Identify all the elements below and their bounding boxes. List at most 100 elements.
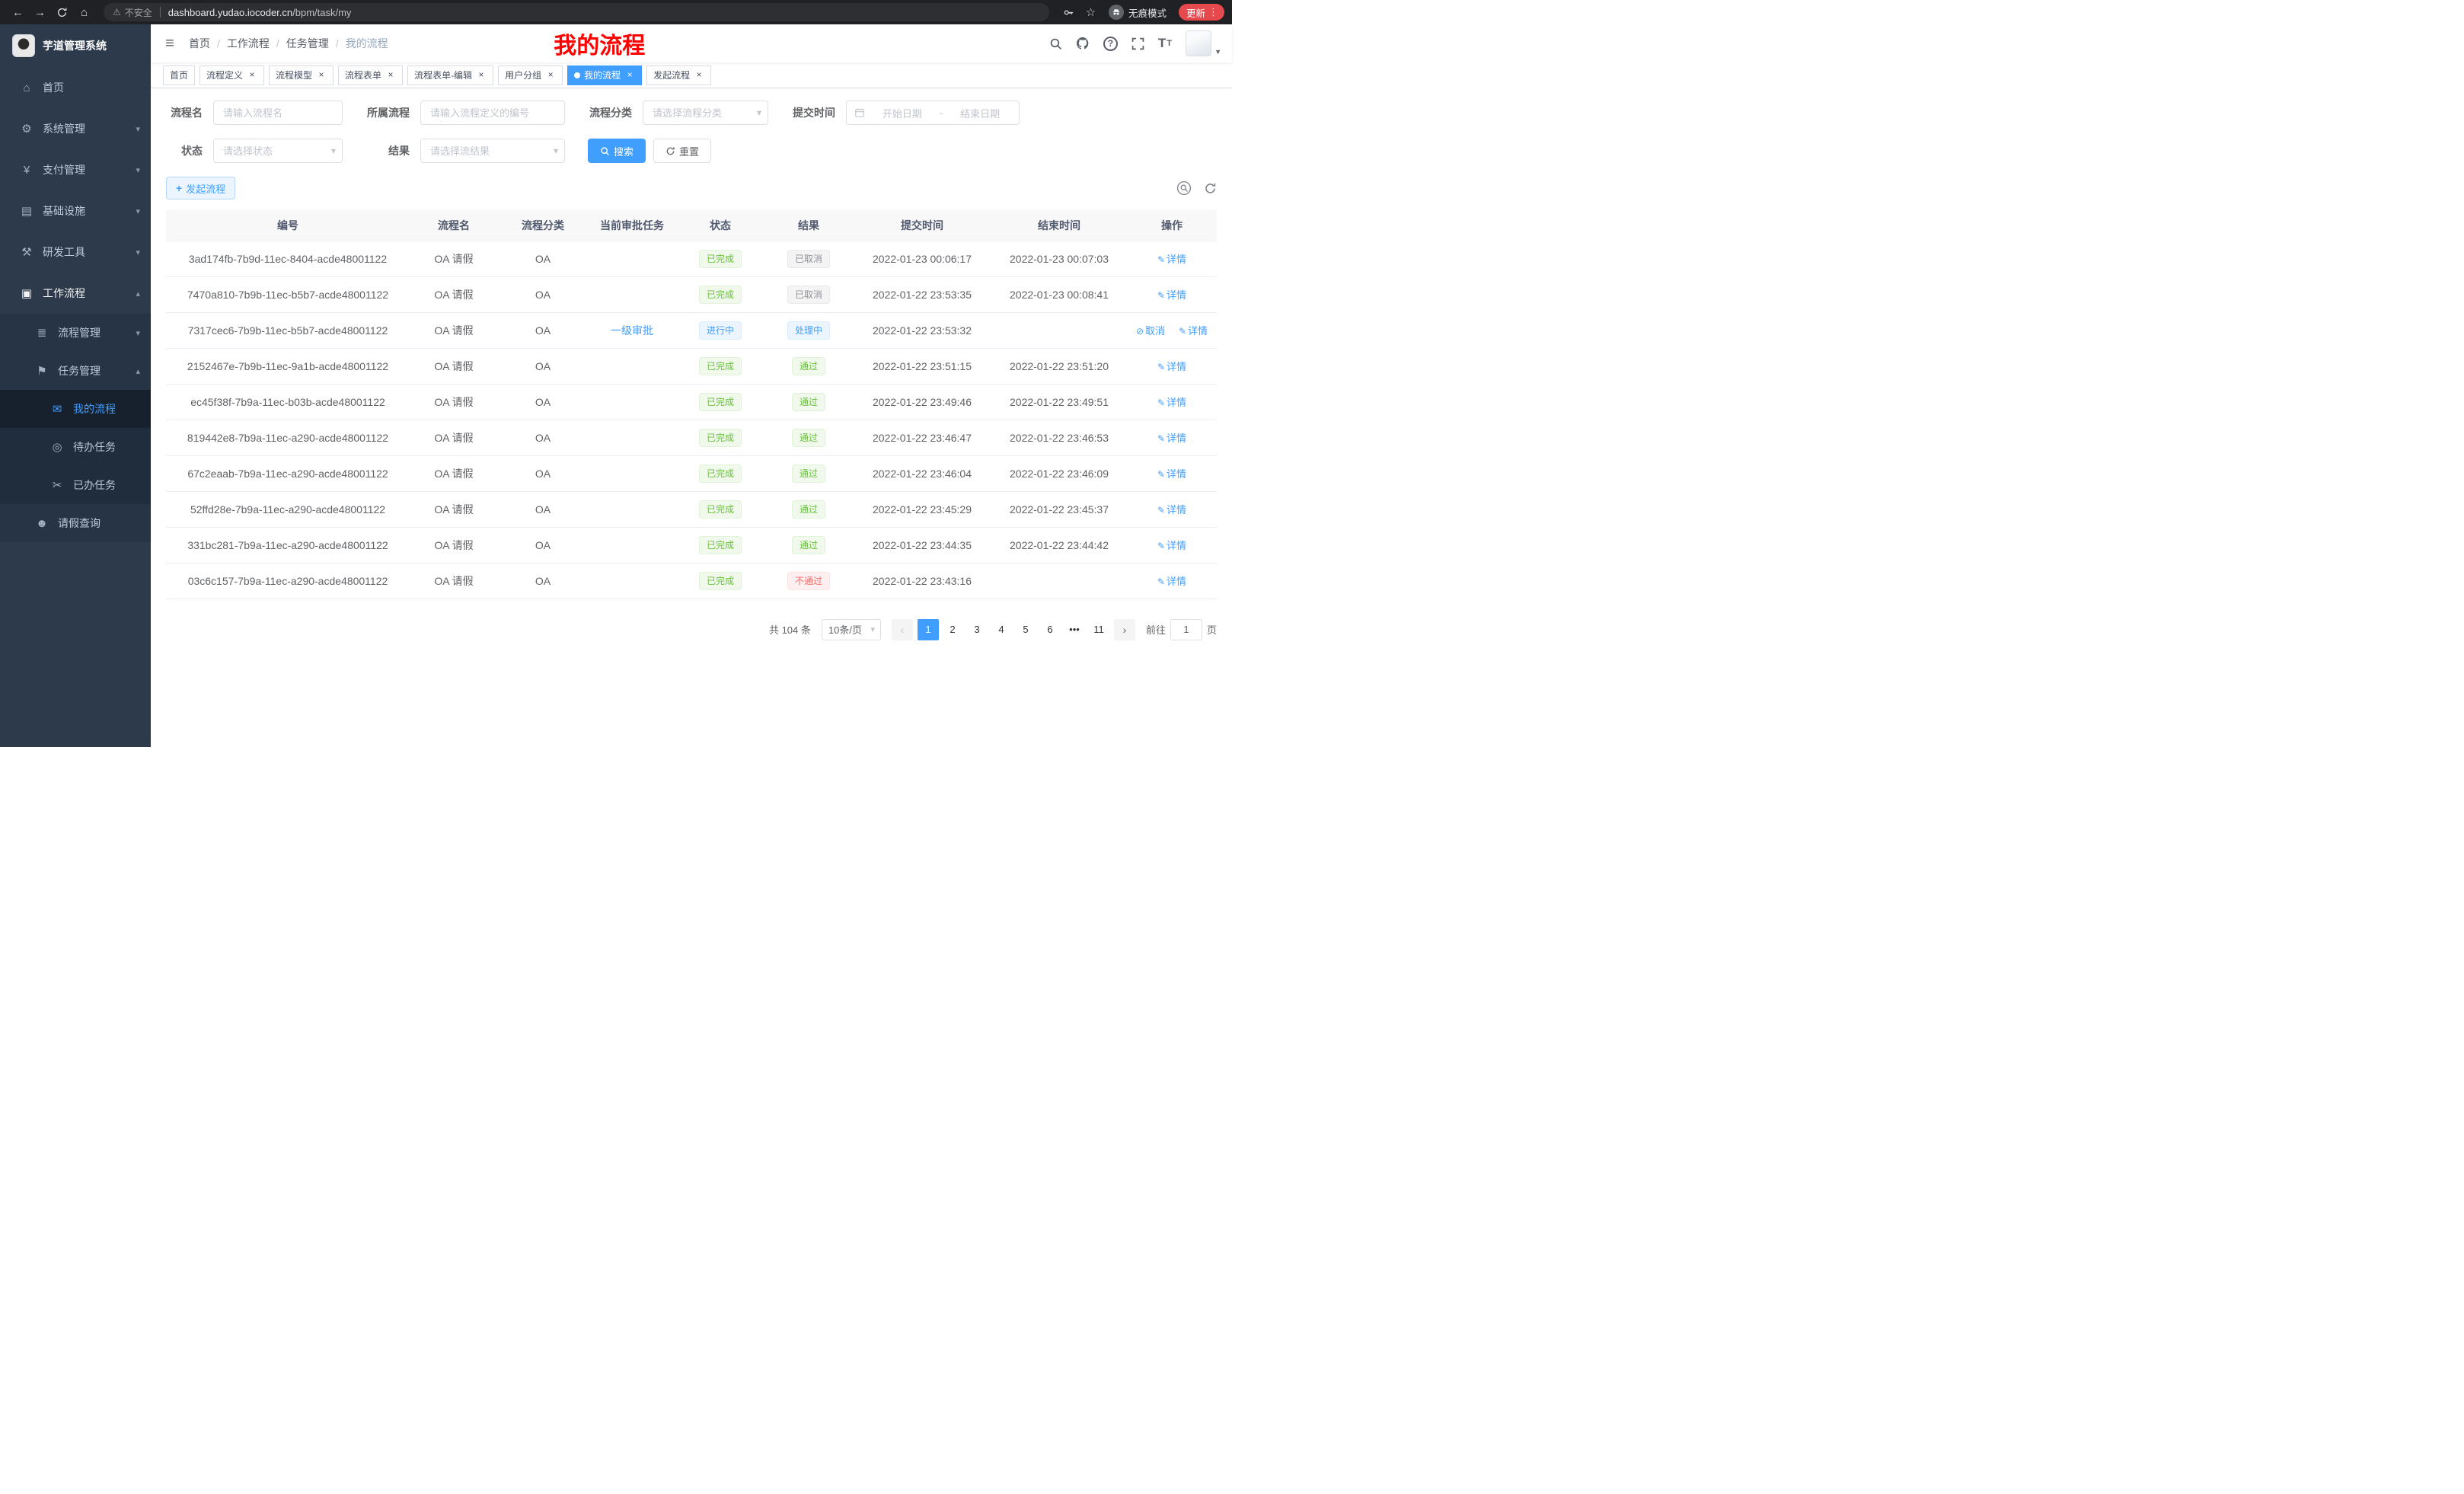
page-number[interactable]: 5 — [1015, 619, 1036, 640]
column-header: 操作 — [1127, 210, 1217, 241]
goto-page-input[interactable] — [1170, 619, 1202, 640]
page-number[interactable]: 11 — [1088, 619, 1109, 640]
search-icon[interactable] — [1049, 37, 1062, 50]
page-number[interactable]: 6 — [1039, 619, 1061, 640]
view-tab[interactable]: 发起流程 × — [646, 65, 711, 85]
cell-end-time: 2022-01-22 23:44:42 — [991, 527, 1127, 563]
goto-page: 前往 页 — [1146, 619, 1217, 640]
breadcrumb-item[interactable]: 工作流程 — [227, 36, 270, 51]
close-icon[interactable]: × — [385, 70, 396, 81]
close-icon[interactable]: × — [545, 70, 556, 81]
reload-icon[interactable] — [52, 2, 72, 22]
sidebar-item-process-management[interactable]: ≣流程管理▾ — [0, 314, 151, 352]
cell-end-time — [991, 312, 1127, 348]
page-size-select[interactable]: 10条/页 ▾ — [822, 619, 881, 640]
view-tab[interactable]: 流程表单-编辑 × — [407, 65, 493, 85]
refresh-icon[interactable] — [1204, 182, 1217, 195]
user-avatar[interactable]: ▼ — [1186, 30, 1221, 56]
sidebar-item-infrastructure[interactable]: ▤基础设施▾ — [0, 190, 151, 231]
page-number[interactable]: 2 — [942, 619, 963, 640]
view-tab[interactable]: 流程表单 × — [338, 65, 403, 85]
edit-icon: ✎ — [1179, 326, 1186, 337]
page-number[interactable]: 3 — [966, 619, 988, 640]
page-number[interactable]: 1 — [918, 619, 939, 640]
view-tab[interactable]: 首页 — [163, 65, 195, 85]
process-name-input[interactable] — [213, 101, 343, 125]
home-icon[interactable]: ⌂ — [74, 2, 94, 22]
logo[interactable]: 芋道管理系统 — [0, 24, 151, 67]
sidebar-item-payment[interactable]: ¥支付管理▾ — [0, 149, 151, 190]
help-icon[interactable]: ? — [1103, 37, 1118, 51]
search-button[interactable]: 搜索 — [588, 139, 646, 163]
back-icon[interactable]: ← — [8, 2, 28, 22]
sidebar-item-devtools[interactable]: ⚒研发工具▾ — [0, 231, 151, 273]
view-tab[interactable]: 流程定义 × — [199, 65, 264, 85]
close-icon[interactable]: × — [624, 70, 635, 81]
current-task-link[interactable]: 一级审批 — [611, 324, 653, 337]
reset-button[interactable]: 重置 — [653, 139, 711, 163]
close-icon[interactable]: × — [694, 70, 704, 81]
cancel-link[interactable]: ⊘取消 — [1136, 325, 1165, 337]
process-definition-input[interactable] — [420, 101, 565, 125]
detail-link[interactable]: ✎详情 — [1157, 433, 1186, 444]
cell-end-time: 2022-01-22 23:45:37 — [991, 491, 1127, 527]
view-tab[interactable]: 流程模型 × — [269, 65, 334, 85]
sidebar-item-done-tasks[interactable]: ✂已办任务 — [0, 466, 151, 504]
sidebar-item-todo-tasks[interactable]: ◎待办任务 — [0, 428, 151, 466]
github-icon[interactable] — [1076, 37, 1090, 50]
table-header-row: 编号流程名流程分类当前审批任务状态结果提交时间结束时间操作 — [166, 210, 1217, 241]
sidebar-item-my-process[interactable]: ✉我的流程 — [0, 390, 151, 428]
cell-status: 已完成 — [676, 491, 764, 527]
workflow-submenu: ≣流程管理▾ ⚑任务管理▴ ✉我的流程 ◎待办任务 ✂已办任务 ☻请假查询 — [0, 314, 151, 542]
create-process-button[interactable]: + 发起流程 — [166, 177, 235, 200]
detail-link[interactable]: ✎详情 — [1157, 397, 1186, 408]
detail-link[interactable]: ✎详情 — [1157, 576, 1186, 587]
edit-icon: ✎ — [1157, 397, 1165, 408]
app-shell: 芋道管理系统 ⌂首页 ⚙系统管理▾ ¥支付管理▾ ▤基础设施▾ ⚒研发工具▾ ▣… — [0, 24, 1232, 747]
address-bar[interactable]: ⚠ 不安全 dashboard.yudao.iocoder.cn/bpm/tas… — [104, 3, 1049, 21]
breadcrumb-item[interactable]: 任务管理 — [286, 36, 329, 51]
result-select[interactable]: ▾ — [420, 139, 565, 163]
forward-icon[interactable]: → — [30, 2, 50, 22]
sidebar-item-leave-query[interactable]: ☻请假查询 — [0, 504, 151, 542]
category-select[interactable]: ▾ — [643, 101, 768, 125]
right-toolbar — [1176, 180, 1217, 196]
detail-link[interactable]: ✎详情 — [1157, 361, 1186, 372]
password-key-icon[interactable] — [1058, 2, 1079, 22]
status-badge: 已完成 — [699, 393, 742, 411]
detail-link[interactable]: ✎详情 — [1157, 504, 1186, 516]
bookmark-star-icon[interactable]: ☆ — [1080, 2, 1101, 22]
status-select[interactable]: ▾ — [213, 139, 343, 163]
result-select-input[interactable] — [420, 139, 565, 163]
sidebar-item-system[interactable]: ⚙系统管理▾ — [0, 108, 151, 149]
collapse-sidebar-icon[interactable]: ≡ — [151, 35, 189, 53]
next-page-button[interactable]: › — [1114, 619, 1135, 640]
font-size-icon[interactable]: TT — [1158, 36, 1172, 51]
page-number[interactable]: ••• — [1064, 619, 1085, 640]
detail-link[interactable]: ✎详情 — [1157, 289, 1186, 301]
status-select-input[interactable] — [213, 139, 343, 163]
detail-link[interactable]: ✎详情 — [1157, 540, 1186, 551]
sidebar-item-workflow[interactable]: ▣工作流程▴ — [0, 273, 151, 314]
view-tab[interactable]: 我的流程 × — [567, 65, 642, 85]
detail-link[interactable]: ✎详情 — [1179, 325, 1208, 337]
close-icon[interactable]: × — [316, 70, 327, 81]
hide-search-icon[interactable] — [1176, 180, 1192, 196]
close-icon[interactable]: × — [476, 70, 487, 81]
close-icon[interactable]: × — [247, 70, 257, 81]
detail-link[interactable]: ✎详情 — [1157, 468, 1186, 480]
category-select-input[interactable] — [643, 101, 768, 125]
fullscreen-icon[interactable] — [1131, 37, 1144, 50]
sidebar-item-home[interactable]: ⌂首页 — [0, 67, 151, 108]
update-button[interactable]: 更新 ⋮ — [1179, 4, 1224, 21]
cell-current-task — [588, 455, 676, 491]
view-tab[interactable]: 用户分组 × — [498, 65, 563, 85]
sidebar-item-task-management[interactable]: ⚑任务管理▴ — [0, 352, 151, 390]
submit-time-range-picker[interactable]: 开始日期 - 结束日期 — [846, 101, 1020, 125]
tab-label: 发起流程 — [653, 69, 690, 81]
menu-kebab-icon[interactable]: ⋮ — [1205, 6, 1221, 18]
prev-page-button[interactable]: ‹ — [892, 619, 913, 640]
breadcrumb-item[interactable]: 首页 — [189, 36, 210, 51]
page-number[interactable]: 4 — [991, 619, 1012, 640]
detail-link[interactable]: ✎详情 — [1157, 254, 1186, 265]
